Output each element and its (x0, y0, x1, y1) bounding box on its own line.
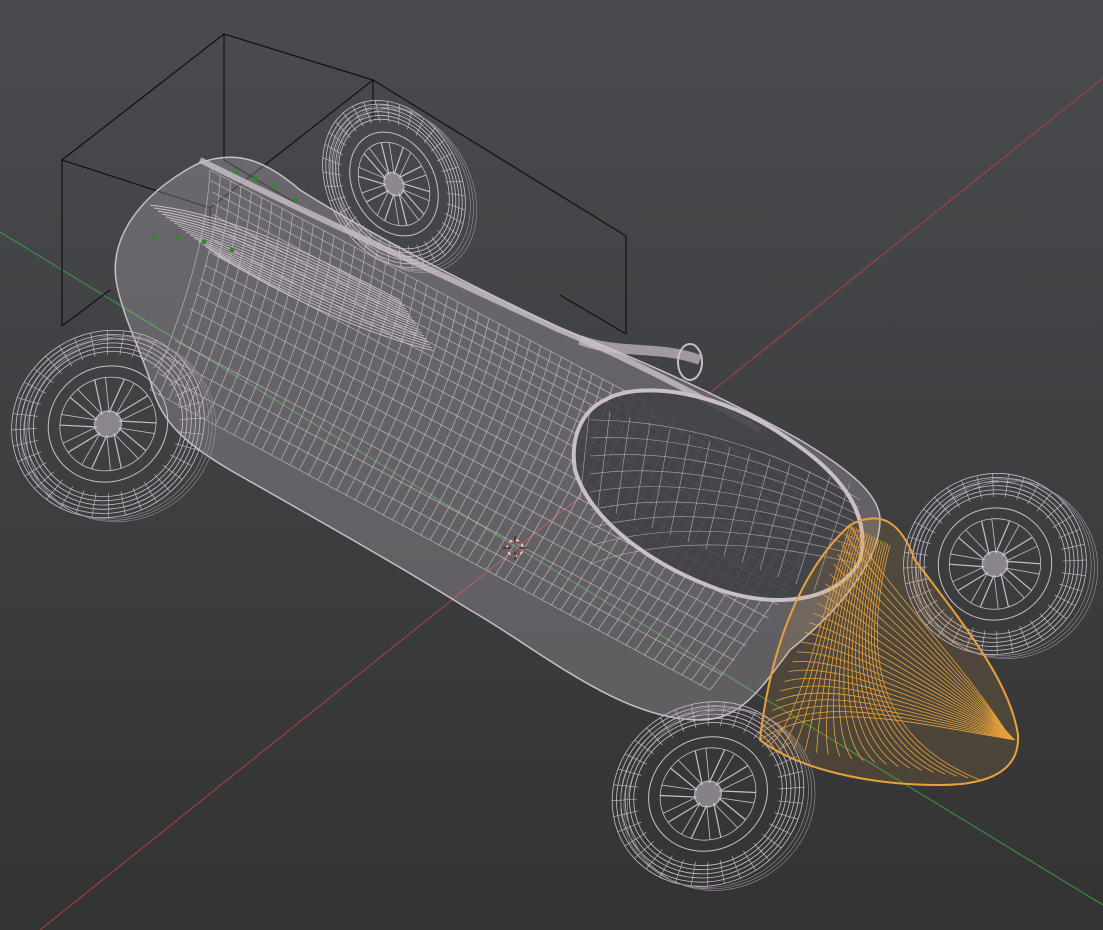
scene-canvas[interactable] (0, 0, 1103, 930)
3d-viewport[interactable] (0, 0, 1103, 930)
